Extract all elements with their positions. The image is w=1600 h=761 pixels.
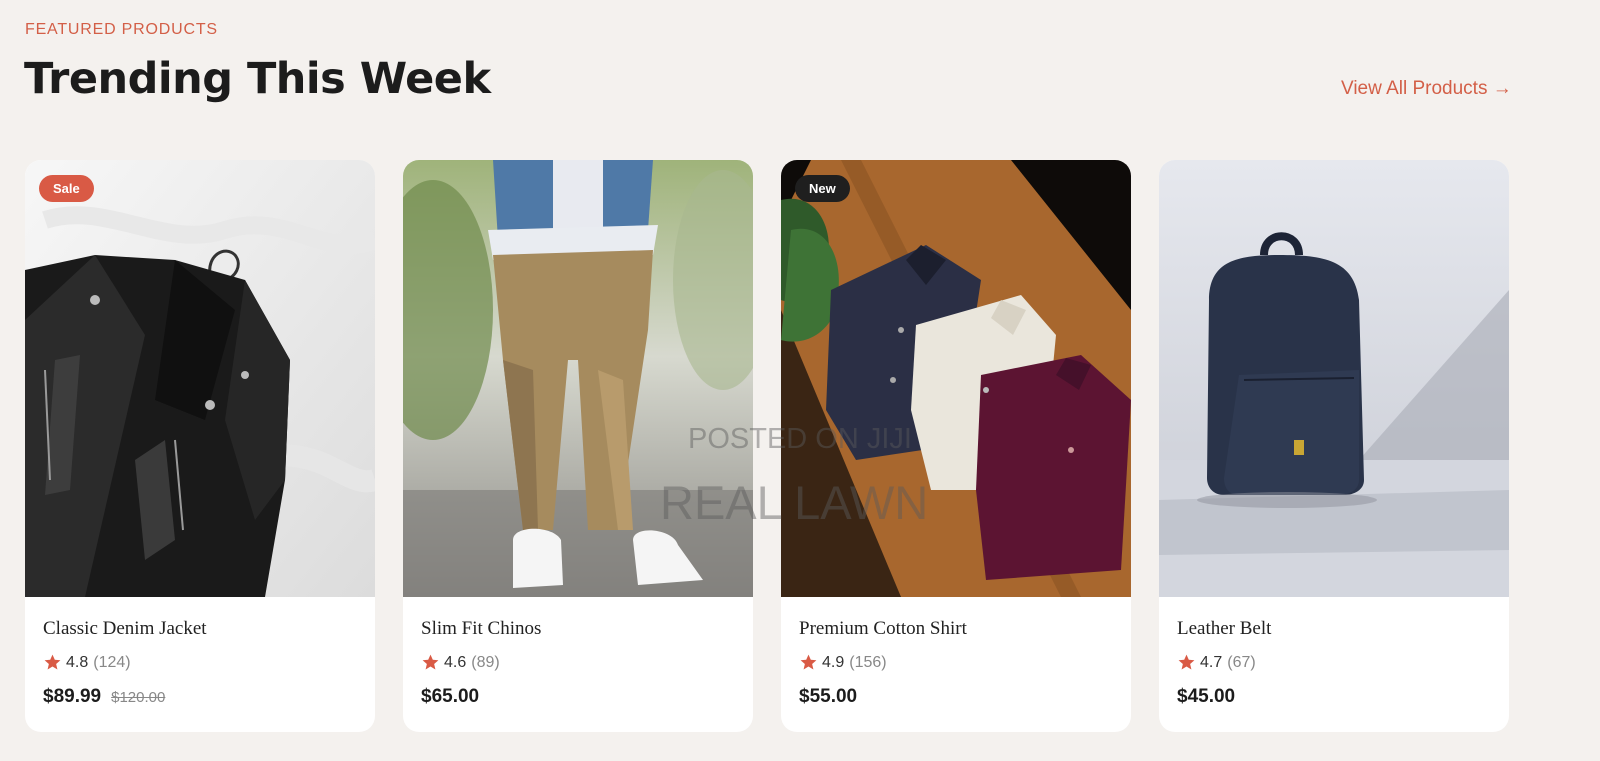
price-row: $65.00	[421, 686, 735, 708]
product-rating: 4.9 (156)	[799, 653, 1113, 672]
chinos-image[interactable]	[403, 160, 753, 597]
product-card[interactable]: New Premium Cotton Shirt 4.9 (156) $55.0…	[781, 160, 1131, 732]
leather-jacket-image[interactable]: Sale	[25, 160, 375, 597]
new-badge: New	[795, 175, 850, 202]
product-card[interactable]: Slim Fit Chinos 4.6 (89) $65.00	[403, 160, 753, 732]
review-count: (156)	[849, 653, 887, 671]
review-count: (89)	[471, 653, 500, 671]
product-name[interactable]: Leather Belt	[1177, 618, 1491, 640]
product-price: $55.00	[799, 686, 858, 707]
original-price: $120.00	[111, 689, 166, 706]
review-count: (124)	[93, 653, 131, 671]
price-row: $45.00	[1177, 686, 1491, 708]
product-card[interactable]: Leather Belt 4.7 (67) $45.00	[1159, 160, 1509, 732]
star-icon	[44, 654, 61, 670]
product-rating: 4.8 (124)	[43, 653, 357, 672]
rating-value: 4.7	[1200, 653, 1223, 671]
rating-value: 4.6	[444, 653, 467, 671]
price-row: $55.00	[799, 686, 1113, 708]
product-price: $89.99	[43, 686, 102, 707]
view-all-products-link[interactable]: View All Products →	[1341, 78, 1512, 100]
product-card[interactable]: Sale Classic Denim Jacket 4.8 (124) $89.…	[25, 160, 375, 732]
product-name[interactable]: Classic Denim Jacket	[43, 618, 357, 640]
price-row: $89.99 $120.00	[43, 686, 357, 708]
product-price: $65.00	[421, 686, 480, 707]
star-icon	[1178, 654, 1195, 670]
star-icon	[800, 654, 817, 670]
product-rating: 4.7 (67)	[1177, 653, 1491, 672]
product-rating: 4.6 (89)	[421, 653, 735, 672]
product-name[interactable]: Slim Fit Chinos	[421, 618, 735, 640]
star-icon	[422, 654, 439, 670]
product-name[interactable]: Premium Cotton Shirt	[799, 618, 1113, 640]
sale-badge: Sale	[39, 175, 94, 202]
section-title: Trending This Week	[24, 54, 491, 104]
shirts-image[interactable]: New	[781, 160, 1131, 597]
section-eyebrow: FEATURED PRODUCTS	[25, 21, 218, 38]
rating-value: 4.9	[822, 653, 845, 671]
review-count: (67)	[1227, 653, 1256, 671]
backpack-image[interactable]	[1159, 160, 1509, 597]
product-price: $45.00	[1177, 686, 1236, 707]
rating-value: 4.8	[66, 653, 89, 671]
